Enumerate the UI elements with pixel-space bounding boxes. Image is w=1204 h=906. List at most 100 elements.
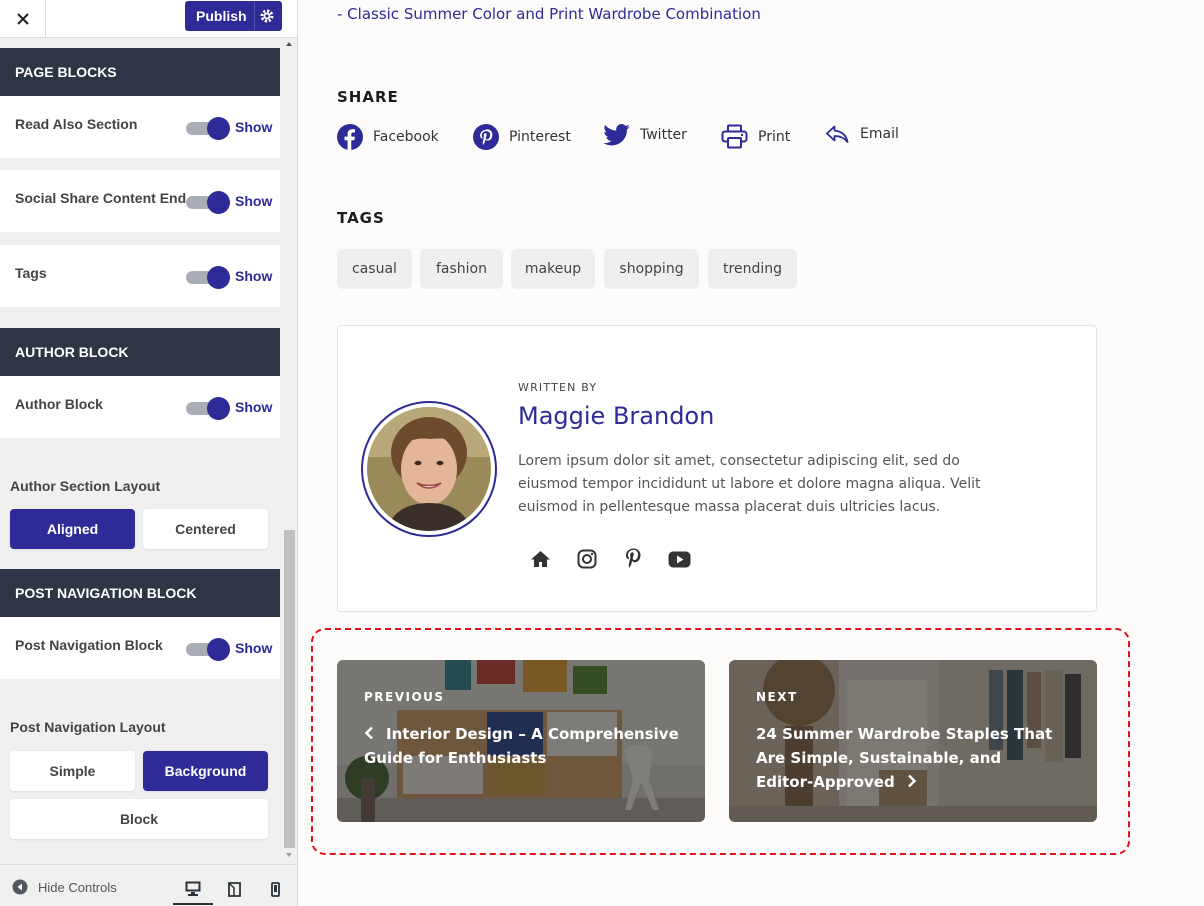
twitter-icon (603, 124, 630, 146)
toggle-label: Author Block (15, 396, 103, 412)
author-card: WRITTEN BY Maggie Brandon Lorem ipsum do… (337, 325, 1097, 612)
previous-post-card[interactable]: PREVIOUS Interior Design – A Comprehensi… (337, 660, 705, 822)
tag-chip[interactable]: casual (337, 249, 412, 289)
scrollbar-thumb[interactable] (284, 530, 295, 848)
chevron-right-icon (907, 774, 916, 788)
previous-title-text: Interior Design – A Comprehensive Guide … (364, 725, 679, 767)
toggle-state: Show (235, 399, 273, 415)
home-icon (530, 551, 550, 567)
customizer-sidebar: Publish PAGE BLOCKS Read Also Section Sh… (0, 0, 298, 906)
share-facebook[interactable]: Facebook (337, 124, 439, 150)
author-social-instagram[interactable] (575, 547, 599, 571)
author-name[interactable]: Maggie Brandon (518, 402, 714, 430)
layout-aligned-button[interactable]: Aligned (10, 509, 135, 549)
related-post-link[interactable]: - Classic Summer Color and Print Wardrob… (337, 5, 761, 23)
toggle-label: Social Share Content End (15, 190, 187, 206)
tag-chip[interactable]: trending (708, 249, 797, 289)
next-post-card[interactable]: NEXT 24 Summer Wardrobe Staples That Are… (729, 660, 1097, 822)
tag-chip[interactable]: makeup (511, 249, 595, 289)
toggle-row-social-share: Social Share Content End Show (0, 170, 280, 232)
email-icon (826, 125, 849, 143)
scroll-down-icon[interactable] (286, 853, 292, 857)
pinterest-icon (473, 124, 499, 150)
site-preview: - Classic Summer Color and Print Wardrob… (298, 0, 1204, 906)
toggle-label: Tags (15, 265, 47, 281)
next-kicker: NEXT (756, 690, 798, 704)
hide-controls-button[interactable]: Hide Controls (12, 879, 117, 895)
post-navigation-toggle[interactable] (186, 638, 230, 661)
toggle-row-read-also: Read Also Section Show (0, 96, 280, 158)
section-post-navigation: POST NAVIGATION BLOCK (0, 569, 280, 617)
nav-layout-background-button[interactable]: Background (143, 751, 268, 791)
toggle-row-post-navigation: Post Navigation Block Show (0, 617, 280, 679)
mobile-preview-button[interactable] (255, 873, 295, 905)
share-label: Facebook (373, 129, 439, 145)
author-layout-label: Author Section Layout (10, 478, 161, 494)
toggle-state: Show (235, 119, 273, 135)
toggle-state: Show (235, 193, 273, 209)
collapse-icon (12, 879, 28, 895)
tablet-preview-button[interactable] (214, 873, 254, 905)
nav-layout-simple-button[interactable]: Simple (10, 751, 135, 791)
publish-button[interactable]: Publish (185, 1, 282, 31)
read-also-toggle[interactable] (186, 117, 230, 140)
written-by-label: WRITTEN BY (518, 381, 598, 394)
gear-icon[interactable] (259, 8, 275, 24)
tag-chip[interactable]: fashion (420, 249, 503, 289)
customizer-header: Publish (0, 0, 297, 38)
scroll-up-icon[interactable] (286, 42, 292, 46)
print-icon (721, 124, 748, 149)
toggle-label: Read Also Section (15, 116, 138, 132)
next-title[interactable]: 24 Summer Wardrobe Staples That Are Simp… (756, 722, 1061, 794)
share-label: Pinterest (509, 129, 571, 145)
toggle-label: Post Navigation Block (15, 637, 163, 653)
share-heading: SHARE (337, 88, 399, 106)
customizer-footer: Hide Controls (0, 864, 297, 906)
share-email[interactable]: Email (825, 124, 899, 144)
hide-controls-label: Hide Controls (38, 879, 117, 895)
author-social-home[interactable] (528, 547, 552, 571)
share-label: Email (860, 126, 899, 142)
toggle-row-author-block: Author Block Show (0, 376, 280, 438)
youtube-icon (668, 551, 690, 567)
next-title-text: 24 Summer Wardrobe Staples That Are Simp… (756, 725, 1053, 791)
share-pinterest[interactable]: Pinterest (473, 124, 571, 150)
desktop-preview-button[interactable] (173, 873, 213, 905)
share-print[interactable]: Print (721, 124, 790, 149)
nav-layout-block-button[interactable]: Block (10, 799, 268, 839)
publish-label: Publish (196, 8, 247, 24)
author-bio: Lorem ipsum dolor sit amet, consectetur … (518, 453, 981, 515)
section-author-block: AUTHOR BLOCK (0, 328, 280, 376)
author-photo (367, 407, 491, 531)
share-label: Twitter (640, 127, 687, 143)
previous-kicker: PREVIOUS (364, 690, 445, 704)
close-icon (16, 13, 29, 25)
controls-panel: PAGE BLOCKS Read Also Section Show Socia… (0, 38, 297, 864)
layout-centered-button[interactable]: Centered (143, 509, 268, 549)
post-nav-layout-label: Post Navigation Layout (10, 719, 166, 735)
author-block-toggle[interactable] (186, 397, 230, 420)
section-page-blocks: PAGE BLOCKS (0, 48, 280, 96)
facebook-icon (337, 124, 363, 150)
chevron-left-icon (364, 726, 373, 740)
close-button[interactable] (0, 0, 46, 38)
author-avatar (361, 401, 497, 537)
author-social-youtube[interactable] (667, 547, 691, 571)
author-social-pinterest[interactable] (621, 547, 645, 571)
tags-heading: TAGS (337, 209, 385, 227)
pinterest-icon (626, 548, 641, 568)
toggle-state: Show (235, 640, 273, 656)
social-share-toggle[interactable] (186, 191, 230, 214)
share-label: Print (758, 128, 791, 145)
tablet-icon (227, 881, 241, 897)
previous-title[interactable]: Interior Design – A Comprehensive Guide … (364, 722, 684, 770)
toggle-state: Show (235, 268, 273, 284)
share-twitter[interactable]: Twitter (603, 124, 687, 146)
sidebar-scrollbar[interactable] (283, 40, 295, 862)
desktop-icon (185, 881, 201, 896)
tags-toggle[interactable] (186, 266, 230, 289)
instagram-icon (577, 549, 597, 569)
tag-chip[interactable]: shopping (604, 249, 699, 289)
toggle-row-tags: Tags Show (0, 245, 280, 307)
mobile-icon (270, 881, 280, 897)
